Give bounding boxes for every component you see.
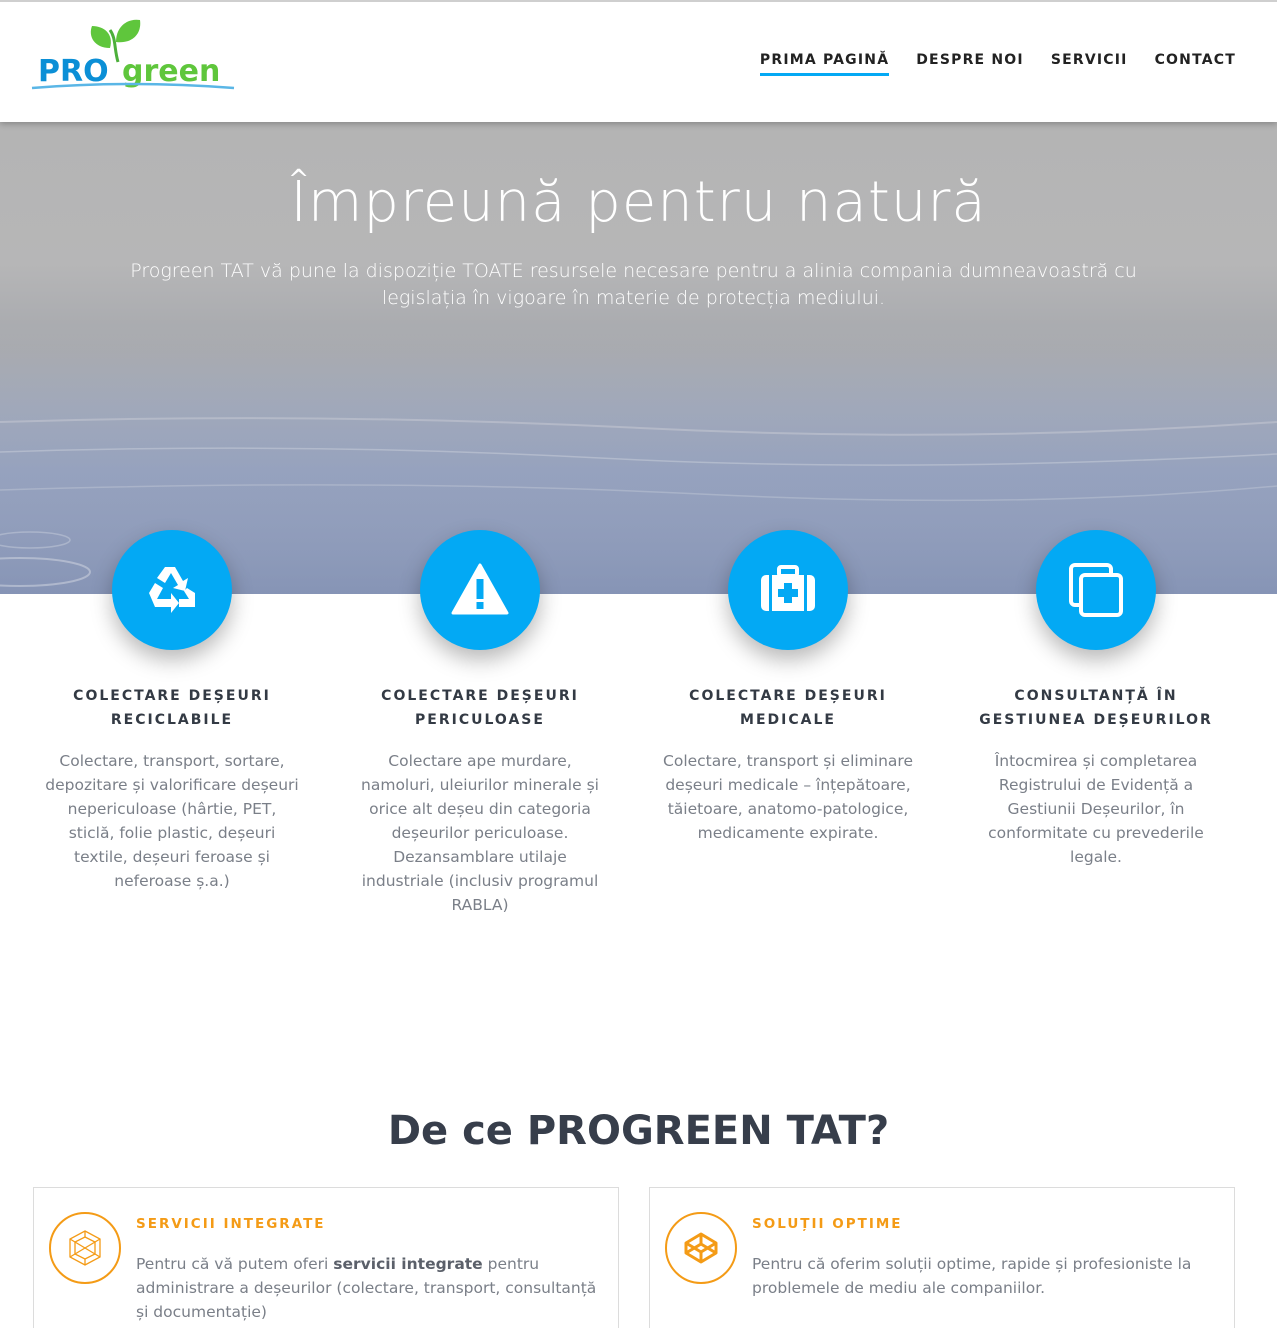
hero-banner: Împreună pentru natură Progreen TAT vă p… <box>0 122 1277 594</box>
feature-consulting: CONSULTANȚĂ ÎN GESTIUNEA DEȘEURILOR Înto… <box>961 530 1231 869</box>
feature-title: CONSULTANȚĂ ÎN GESTIUNEA DEȘEURILOR <box>979 688 1213 728</box>
nav-despre-noi[interactable]: DESPRE NOI <box>916 52 1024 76</box>
feature-title: COLECTARE DEȘEURI MEDICALE <box>689 688 887 728</box>
hero-subtitle: Progreen TAT vă pune la dispoziție TOATE… <box>130 260 1137 309</box>
feature-text: Colectare ape murdare, namoluri, uleiuri… <box>361 752 599 914</box>
polyhedron-icon <box>69 1230 101 1266</box>
card-text: Pentru că vă putem oferi servicii integr… <box>136 1255 597 1321</box>
copy-icon <box>1069 563 1123 617</box>
feature-text: Colectare, transport, sortare, depozitar… <box>45 752 299 890</box>
card-optimal-solutions: SOLUȚII OPTIME Pentru că oferim soluții … <box>649 1187 1235 1328</box>
main-nav: PRIMA PAGINĂ DESPRE NOI SERVICII CONTACT <box>759 52 1236 76</box>
site-header: PRO green PRIMA PAGINĂ DESPRE NOI SERVIC… <box>0 0 1277 122</box>
feature-recyclable: COLECTARE DEȘEURI RECICLABILE Colectare,… <box>37 530 307 893</box>
nav-contact[interactable]: CONTACT <box>1155 52 1236 76</box>
card-text: Pentru că oferim soluții optime, rapide … <box>752 1255 1192 1297</box>
feature-icon-circle <box>112 530 232 650</box>
card-icon-circle <box>665 1212 737 1284</box>
feature-title: COLECTARE DEȘEURI RECICLABILE <box>73 688 271 728</box>
feature-icon-circle <box>1036 530 1156 650</box>
card-integrated-services: SERVICII INTEGRATE Pentru că vă putem of… <box>33 1187 619 1328</box>
feature-title: COLECTARE DEȘEURI PERICULOASE <box>381 688 579 728</box>
feature-text: Întocmirea și completarea Registrului de… <box>988 752 1204 866</box>
warning-icon <box>451 563 509 615</box>
feature-medical: COLECTARE DEȘEURI MEDICALE Colectare, tr… <box>653 530 923 845</box>
recycle-icon <box>149 567 195 613</box>
why-section-title: De ce PROGREEN TAT? <box>387 1108 890 1154</box>
progreen-logo[interactable]: PRO green <box>30 18 236 94</box>
codepen-cube-icon <box>684 1232 718 1264</box>
feature-hazardous: COLECTARE DEȘEURI PERICULOASE Colectare … <box>345 530 615 917</box>
card-icon-circle <box>49 1212 121 1284</box>
nav-servicii[interactable]: SERVICII <box>1051 52 1128 76</box>
hero-title: Împreună pentru natură <box>290 170 987 235</box>
feature-text: Colectare, transport și eliminare deșeur… <box>663 752 913 842</box>
feature-icon-circle <box>420 530 540 650</box>
medkit-icon <box>761 565 815 611</box>
nav-prima-pagina[interactable]: PRIMA PAGINĂ <box>759 52 890 76</box>
feature-icon-circle <box>728 530 848 650</box>
card-title: SERVICII INTEGRATE <box>136 1216 326 1232</box>
card-title: SOLUȚII OPTIME <box>752 1216 903 1232</box>
